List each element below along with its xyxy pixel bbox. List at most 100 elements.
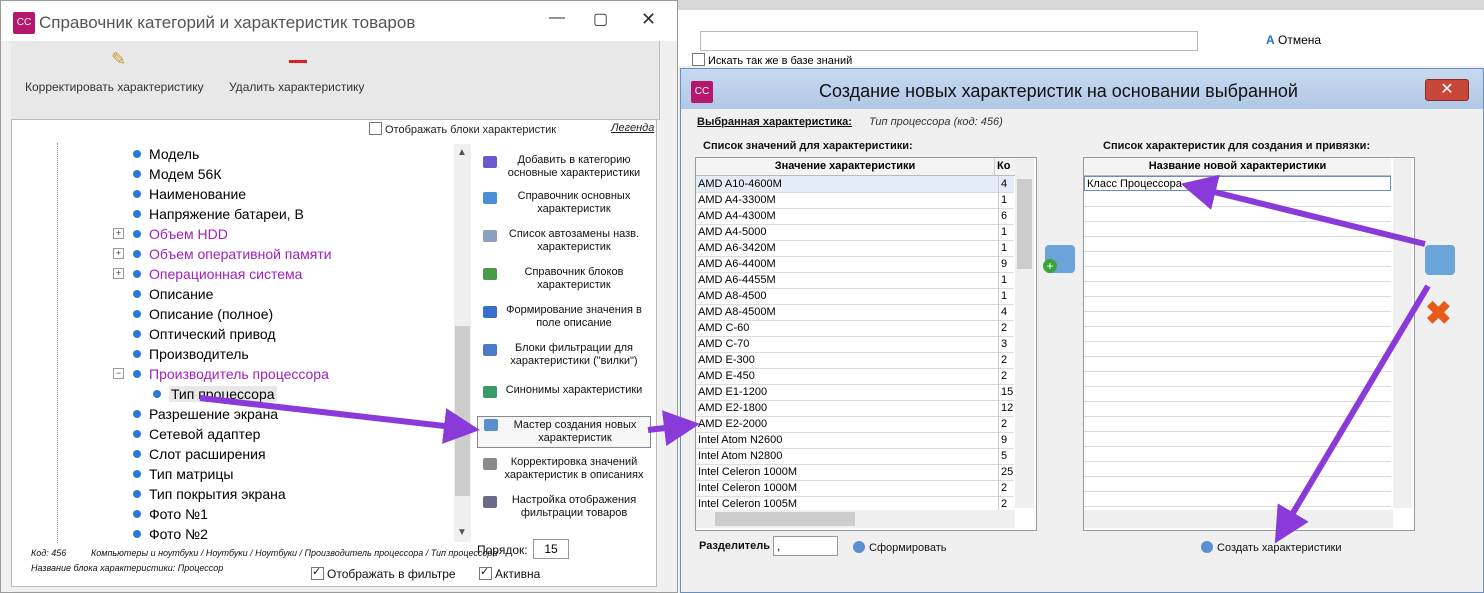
table-row[interactable]: AMD E2-1800 12 bbox=[696, 400, 1014, 417]
table-row[interactable]: AMD A4-4300M 6 bbox=[696, 208, 1014, 225]
table-row[interactable] bbox=[1084, 371, 1391, 387]
values-vscroll-thumb[interactable] bbox=[1017, 179, 1032, 269]
table-row[interactable] bbox=[1084, 326, 1391, 342]
table-row[interactable] bbox=[1084, 221, 1391, 237]
tree-item[interactable]: Оптический привод bbox=[133, 326, 276, 342]
table-row[interactable] bbox=[1084, 461, 1391, 477]
plus-icon[interactable]: + bbox=[1043, 259, 1057, 273]
expand-icon[interactable]: + bbox=[113, 248, 124, 259]
table-row[interactable]: AMD C-70 3 bbox=[696, 336, 1014, 353]
table-row[interactable]: Intel Celeron 1000M 25 bbox=[696, 464, 1014, 481]
table-row[interactable]: AMD E-300 2 bbox=[696, 352, 1014, 369]
create-characteristics-button[interactable]: Создать характеристики bbox=[1201, 541, 1341, 554]
table-row[interactable]: AMD A4-3300M 1 bbox=[696, 192, 1014, 209]
table-row[interactable]: Intel Celeron 1000M 2 bbox=[696, 480, 1014, 497]
tree-item[interactable]: Описание bbox=[133, 286, 213, 302]
tree-item[interactable]: Разрешение экрана bbox=[133, 406, 278, 422]
pencil-icon[interactable]: ✎ bbox=[111, 49, 126, 70]
tree-item[interactable]: Описание (полное) bbox=[133, 306, 273, 322]
side-menu-item[interactable]: Добавить в категорию основные характерис… bbox=[477, 154, 649, 180]
delete-characteristic-button[interactable]: Удалить характеристику bbox=[229, 80, 364, 94]
order-input[interactable]: 15 bbox=[533, 539, 569, 559]
table-row[interactable] bbox=[1084, 341, 1391, 357]
table-row[interactable]: AMD A8-4500M 4 bbox=[696, 304, 1014, 321]
side-menu-item[interactable]: Синонимы характеристики bbox=[477, 384, 649, 398]
table-row[interactable] bbox=[1084, 206, 1391, 222]
tree-item[interactable]: + Объем HDD bbox=[113, 226, 228, 242]
tree-item[interactable]: Тип матрицы bbox=[133, 466, 233, 482]
delete-item-icon[interactable]: ✖ bbox=[1425, 297, 1452, 329]
table-row[interactable]: AMD A6-4400M 9 bbox=[696, 256, 1014, 273]
table-row[interactable] bbox=[1084, 446, 1391, 462]
table-row[interactable]: AMD A6-3420M 1 bbox=[696, 240, 1014, 257]
dialog-close-icon[interactable]: ✕ bbox=[1425, 79, 1469, 101]
maximize-icon[interactable]: ▢ bbox=[593, 9, 608, 29]
tree-item[interactable]: Модель bbox=[133, 146, 199, 162]
new-vscrollbar[interactable] bbox=[1393, 158, 1412, 508]
table-row[interactable]: AMD E1-1200 15 bbox=[696, 384, 1014, 401]
table-row[interactable] bbox=[1084, 251, 1391, 267]
legend-link[interactable]: Легенда bbox=[611, 122, 654, 134]
table-row[interactable] bbox=[1084, 431, 1391, 447]
search-input[interactable] bbox=[700, 31, 1198, 51]
side-menu-item[interactable]: Блоки фильтрации для характеристики ("ви… bbox=[477, 342, 649, 368]
table-row[interactable] bbox=[1084, 356, 1391, 372]
tree-item[interactable]: Фото №2 bbox=[133, 526, 208, 542]
table-row[interactable] bbox=[1084, 266, 1391, 282]
side-menu-item[interactable]: Корректировка значений характеристик в о… bbox=[477, 456, 649, 482]
table-row[interactable]: Intel Atom N2800 5 bbox=[696, 448, 1014, 465]
table-row[interactable] bbox=[1084, 236, 1391, 252]
scroll-up-icon[interactable]: ▲ bbox=[457, 147, 467, 158]
table-row[interactable] bbox=[1084, 491, 1391, 507]
table-row[interactable] bbox=[1084, 401, 1391, 417]
table-row[interactable] bbox=[1084, 191, 1391, 207]
show-in-filter-checkbox[interactable]: Отображать в фильтре bbox=[311, 565, 456, 581]
tree-item[interactable]: Наименование bbox=[133, 186, 246, 202]
form-button[interactable]: Сформировать bbox=[853, 541, 947, 554]
active-box[interactable] bbox=[479, 565, 492, 580]
close-icon[interactable]: ✕ bbox=[641, 9, 656, 30]
side-menu-item[interactable]: Формирование значения в поле описание bbox=[477, 304, 649, 330]
table-row[interactable] bbox=[1084, 416, 1391, 432]
tree-item[interactable]: Фото №1 bbox=[133, 506, 208, 522]
table-row[interactable]: Класс Процессора bbox=[1084, 176, 1391, 191]
table-row[interactable] bbox=[1084, 476, 1391, 492]
active-checkbox[interactable]: Активна bbox=[479, 565, 540, 581]
new-hscrollbar[interactable] bbox=[1084, 510, 1393, 528]
table-row[interactable]: AMD C-60 2 bbox=[696, 320, 1014, 337]
minimize-icon[interactable]: — bbox=[549, 9, 565, 27]
table-row[interactable]: AMD A6-4455M 1 bbox=[696, 272, 1014, 289]
tree-item[interactable]: Тип процессора bbox=[153, 386, 277, 402]
tree-item[interactable]: Производитель bbox=[133, 346, 249, 362]
table-row[interactable]: AMD E2-2000 2 bbox=[696, 416, 1014, 433]
values-hscroll-thumb[interactable] bbox=[715, 512, 855, 526]
kb-search-box[interactable] bbox=[692, 53, 705, 66]
side-menu-item[interactable]: Справочник блоков характеристик bbox=[477, 266, 649, 292]
tree-item[interactable]: − Производитель процессора bbox=[113, 366, 329, 382]
edit-characteristic-button[interactable]: Корректировать характеристику bbox=[25, 80, 204, 94]
show-in-filter-box[interactable] bbox=[311, 565, 324, 580]
column-header-value[interactable]: Значение характеристики bbox=[696, 158, 995, 176]
side-menu-item[interactable]: Мастер создания новых характеристик bbox=[477, 416, 651, 448]
table-row[interactable]: AMD E-450 2 bbox=[696, 368, 1014, 385]
tree-item[interactable]: + Объем оперативной памяти bbox=[113, 246, 332, 262]
minus-icon[interactable] bbox=[289, 60, 307, 63]
table-row[interactable]: AMD A4-5000 1 bbox=[696, 224, 1014, 241]
table-row[interactable] bbox=[1084, 311, 1391, 327]
table-row[interactable]: Intel Atom N2600 9 bbox=[696, 432, 1014, 449]
tree-item[interactable]: Сетевой адаптер bbox=[133, 426, 260, 442]
collapse-icon[interactable]: − bbox=[113, 368, 124, 379]
table-row[interactable] bbox=[1084, 296, 1391, 312]
table-row[interactable] bbox=[1084, 386, 1391, 402]
tree-item[interactable]: Напряжение батареи, В bbox=[133, 206, 304, 222]
side-menu-item[interactable]: Справочник основных характеристик bbox=[477, 190, 649, 216]
separator-input[interactable]: , bbox=[773, 536, 838, 556]
table-row[interactable]: AMD A8-4500 1 bbox=[696, 288, 1014, 305]
show-blocks-box[interactable] bbox=[369, 122, 382, 135]
column-header-new-name[interactable]: Название новой характеристики bbox=[1084, 158, 1391, 176]
edit-item-icon[interactable] bbox=[1425, 245, 1455, 275]
table-row[interactable] bbox=[1084, 281, 1391, 297]
side-menu-item[interactable]: Настройка отображения фильтрации товаров bbox=[477, 494, 649, 520]
tree-item[interactable]: Тип покрытия экрана bbox=[133, 486, 286, 502]
expand-icon[interactable]: + bbox=[113, 228, 124, 239]
